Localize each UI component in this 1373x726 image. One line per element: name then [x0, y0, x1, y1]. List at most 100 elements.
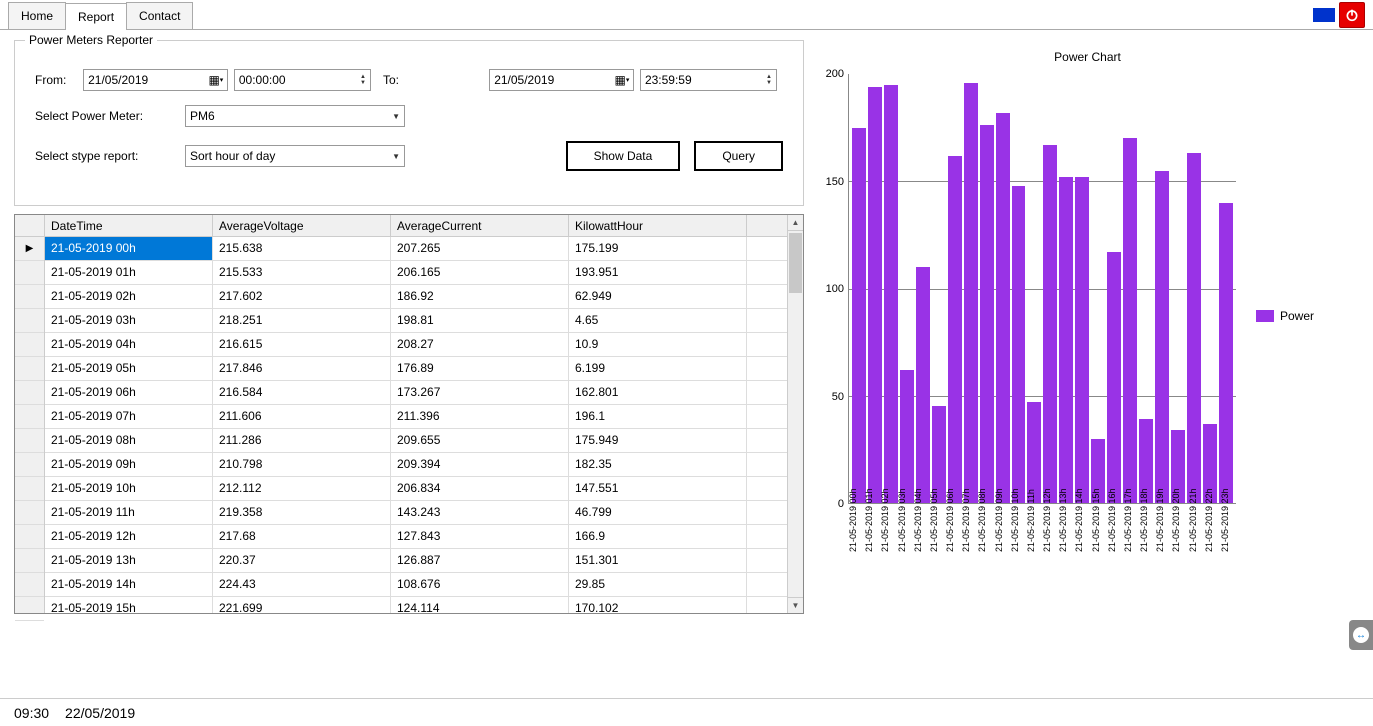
show-data-button[interactable]: Show Data — [566, 141, 681, 171]
row-selector[interactable] — [15, 429, 44, 453]
table-row[interactable]: 21-05-2019 05h217.846176.896.199 — [45, 357, 787, 381]
row-selector[interactable] — [15, 381, 44, 405]
x-tick-label: 21-05-2019 06h — [945, 506, 961, 554]
table-row[interactable]: 21-05-2019 09h210.798209.394182.35 — [45, 453, 787, 477]
grid-cell: 21-05-2019 10h — [45, 477, 213, 500]
reporter-panel: Power Meters Reporter From: 21/05/2019 ▦… — [14, 40, 804, 206]
x-tick-label: 21-05-2019 21h — [1188, 506, 1204, 554]
table-row[interactable]: 21-05-2019 10h212.112206.834147.551 — [45, 477, 787, 501]
row-selector[interactable] — [15, 285, 44, 309]
grid-cell: 4.65 — [569, 309, 747, 332]
col-kwh[interactable]: KilowattHour — [569, 215, 747, 236]
grid-cell: 206.165 — [391, 261, 569, 284]
table-row[interactable]: 21-05-2019 01h215.533206.165193.951 — [45, 261, 787, 285]
row-selector[interactable] — [15, 477, 44, 501]
grid-cell: 21-05-2019 15h — [45, 597, 213, 613]
col-avg-voltage[interactable]: AverageVoltage — [213, 215, 391, 236]
grid-cell: 215.638 — [213, 237, 391, 260]
table-row[interactable]: 21-05-2019 03h218.251198.814.65 — [45, 309, 787, 333]
chart-bar — [1107, 252, 1121, 503]
to-time-input[interactable]: 23:59:59 ▲▼ — [640, 69, 777, 91]
chart-bar — [1043, 145, 1057, 503]
status-bar: 09:30 22/05/2019 — [0, 698, 1373, 726]
data-grid: ▶ DateTime AverageVoltage AverageCurrent… — [14, 214, 804, 614]
tab-bar: Home Report Contact — [0, 0, 1373, 30]
side-widget[interactable]: ↔ — [1349, 620, 1373, 650]
grid-cell: 166.9 — [569, 525, 747, 548]
row-selector[interactable] — [15, 261, 44, 285]
row-selector[interactable] — [15, 549, 44, 573]
meter-select[interactable]: PM6 ▼ — [185, 105, 405, 127]
table-row[interactable]: 21-05-2019 14h224.43108.67629.85 — [45, 573, 787, 597]
table-row[interactable]: 21-05-2019 07h211.606211.396196.1 — [45, 405, 787, 429]
table-row[interactable]: 21-05-2019 00h215.638207.265175.199 — [45, 237, 787, 261]
to-label: To: — [383, 73, 479, 87]
grid-cell: 62.949 — [569, 285, 747, 308]
grid-cell: 147.551 — [569, 477, 747, 500]
row-selector[interactable]: ▶ — [15, 237, 44, 261]
tab-contact[interactable]: Contact — [126, 2, 193, 29]
tab-home[interactable]: Home — [8, 2, 66, 29]
scroll-down-icon[interactable]: ▼ — [788, 597, 803, 613]
row-selector[interactable] — [15, 501, 44, 525]
table-row[interactable]: 21-05-2019 04h216.615208.2710.9 — [45, 333, 787, 357]
x-tick-label: 21-05-2019 22h — [1204, 506, 1220, 554]
table-row[interactable]: 21-05-2019 02h217.602186.9262.949 — [45, 285, 787, 309]
grid-cell: 215.533 — [213, 261, 391, 284]
chevron-down-icon: ▼ — [392, 152, 400, 161]
grid-cell: 198.81 — [391, 309, 569, 332]
row-selector[interactable] — [15, 333, 44, 357]
table-row[interactable]: 21-05-2019 15h221.699124.114170.102 — [45, 597, 787, 613]
chart-bar — [948, 156, 962, 503]
table-row[interactable]: 21-05-2019 08h211.286209.655175.949 — [45, 429, 787, 453]
table-row[interactable]: 21-05-2019 13h220.37126.887151.301 — [45, 549, 787, 573]
row-selector[interactable] — [15, 573, 44, 597]
grid-cell: 208.27 — [391, 333, 569, 356]
scroll-up-icon[interactable]: ▲ — [788, 215, 803, 231]
row-selector[interactable] — [15, 597, 44, 621]
x-tick-label: 21-05-2019 23h — [1220, 506, 1236, 554]
grid-cell: 151.301 — [569, 549, 747, 572]
col-avg-current[interactable]: AverageCurrent — [391, 215, 569, 236]
grid-scrollbar[interactable]: ▲ ▼ — [787, 215, 803, 613]
grid-cell: 21-05-2019 07h — [45, 405, 213, 428]
row-selector[interactable] — [15, 405, 44, 429]
row-selector[interactable] — [15, 309, 44, 333]
table-row[interactable]: 21-05-2019 06h216.584173.267162.801 — [45, 381, 787, 405]
chart-bar — [980, 125, 994, 503]
x-tick-label: 21-05-2019 03h — [897, 506, 913, 554]
x-tick-label: 21-05-2019 18h — [1139, 506, 1155, 554]
teamviewer-icon: ↔ — [1353, 627, 1369, 643]
chart-bar — [1123, 138, 1137, 503]
row-selector[interactable] — [15, 453, 44, 477]
y-tick-label: 200 — [826, 68, 844, 80]
chart-bar — [964, 83, 978, 503]
query-button[interactable]: Query — [694, 141, 783, 171]
from-date-input[interactable]: 21/05/2019 ▦▾ — [83, 69, 228, 91]
chart-title: Power Chart — [816, 50, 1359, 64]
tab-report[interactable]: Report — [65, 3, 127, 30]
row-selector[interactable] — [15, 525, 44, 549]
chart-bar — [1187, 153, 1201, 503]
grid-cell: 21-05-2019 03h — [45, 309, 213, 332]
flag-icon — [1313, 8, 1335, 22]
scroll-thumb[interactable] — [789, 233, 802, 293]
to-date-input[interactable]: 21/05/2019 ▦▾ — [489, 69, 634, 91]
grid-cell: 162.801 — [569, 381, 747, 404]
grid-cell: 209.394 — [391, 453, 569, 476]
grid-cell: 221.699 — [213, 597, 391, 613]
table-row[interactable]: 21-05-2019 11h219.358143.24346.799 — [45, 501, 787, 525]
chart-bar — [1075, 177, 1089, 503]
col-datetime[interactable]: DateTime — [45, 215, 213, 236]
from-time-input[interactable]: 00:00:00 ▲▼ — [234, 69, 371, 91]
grid-cell: 211.286 — [213, 429, 391, 452]
grid-cell: 212.112 — [213, 477, 391, 500]
chevron-down-icon: ▼ — [392, 112, 400, 121]
stype-select[interactable]: Sort hour of day ▼ — [185, 145, 405, 167]
chart-bar — [852, 128, 866, 503]
x-tick-label: 21-05-2019 05h — [929, 506, 945, 554]
row-selector[interactable] — [15, 357, 44, 381]
table-row[interactable]: 21-05-2019 12h217.68127.843166.9 — [45, 525, 787, 549]
grid-cell: 206.834 — [391, 477, 569, 500]
power-button[interactable] — [1339, 2, 1365, 28]
